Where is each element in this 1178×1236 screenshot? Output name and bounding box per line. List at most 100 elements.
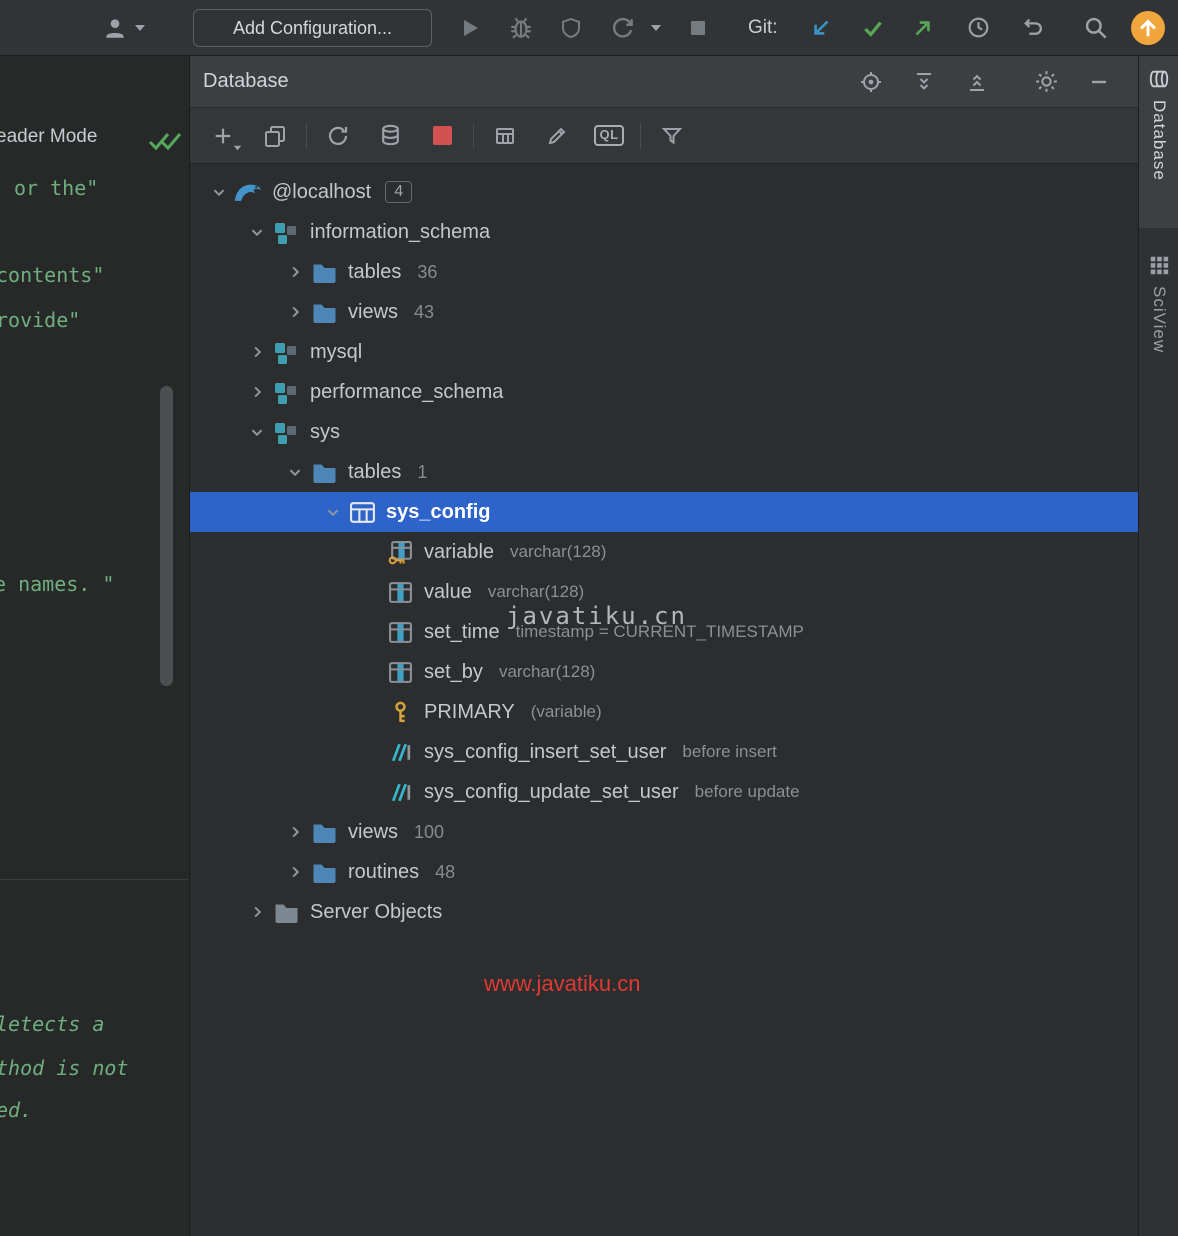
tree-item-label: value (424, 580, 472, 603)
folder-server-icon (272, 892, 300, 932)
chevron-right-icon[interactable] (242, 332, 272, 372)
run-button[interactable] (458, 16, 482, 40)
tree-row-performance_schema[interactable]: performance_schema (190, 372, 1138, 412)
editor-text-fragment: eader Mode (0, 126, 98, 147)
new-item-caret-icon (233, 145, 242, 151)
column-icon (386, 612, 414, 652)
chevron-right-icon[interactable] (242, 892, 272, 932)
editor-text-fragment: contents" (0, 263, 105, 287)
coverage-button[interactable] (559, 15, 583, 41)
duplicate-button[interactable] (260, 121, 290, 151)
editor-panel: eader Mode or the" contents" rovide" e names… (0, 56, 189, 1236)
tree-row-variable[interactable]: variable varchar(128) (190, 532, 1138, 572)
editor-scrollbar[interactable] (160, 386, 173, 686)
tree-row-PRIMARY[interactable]: PRIMARY (variable) (190, 692, 1138, 732)
toolbar-separator (473, 122, 474, 149)
sciview-tab-icon (1148, 254, 1170, 276)
type-hint: varchar(128) (487, 582, 585, 601)
tree-item-label: sys_config_insert_set_user (424, 740, 667, 763)
folder-icon (310, 252, 338, 292)
user-profile-button[interactable] (102, 0, 146, 56)
update-available-button[interactable] (1131, 11, 1165, 45)
rollback-button[interactable] (1020, 15, 1045, 40)
mysql-icon (234, 172, 262, 212)
collapse-all-icon[interactable] (964, 69, 990, 95)
watermark-overlay: javatiku.cn (506, 602, 687, 630)
git-commit-button[interactable] (860, 15, 886, 41)
folder-icon (310, 292, 338, 332)
key-icon (386, 692, 414, 732)
schema-icon (272, 372, 300, 412)
filter-button[interactable] (657, 121, 687, 151)
connection-count-badge: 4 (385, 181, 413, 203)
debug-button[interactable] (508, 15, 534, 41)
tab-database-label: Database (1150, 100, 1169, 181)
chevron-down-icon[interactable] (204, 172, 234, 212)
database-tab-icon (1148, 68, 1170, 90)
panel-title: Database (203, 70, 289, 92)
new-item-button[interactable] (208, 121, 242, 151)
tab-database[interactable]: Database (1139, 56, 1178, 228)
git-push-button[interactable] (910, 15, 936, 41)
tree-row-tables[interactable]: tables 36 (190, 252, 1138, 292)
tree-item-label: PRIMARY (424, 700, 515, 723)
chevron-right-icon[interactable] (280, 852, 310, 892)
tree-row-information_schema[interactable]: information_schema (190, 212, 1138, 252)
folder-icon (310, 812, 338, 852)
edit-source-button[interactable] (542, 121, 572, 151)
tree-row-Server Objects[interactable]: Server Objects (190, 892, 1138, 932)
tree-row-sys_config[interactable]: sys_config (190, 492, 1138, 532)
tree-row-tables[interactable]: tables 1 (190, 452, 1138, 492)
submit-database-button[interactable] (375, 121, 405, 151)
refresh-button[interactable] (323, 121, 353, 151)
folder-icon (310, 452, 338, 492)
editor-text-fragment: e names. " (0, 572, 115, 596)
query-console-button[interactable]: QL (594, 121, 624, 151)
tree-row-sys[interactable]: sys (190, 412, 1138, 452)
database-toolbar: QL (190, 108, 1138, 164)
tree-row-views[interactable]: views 100 (190, 812, 1138, 852)
stop-query-button[interactable] (427, 121, 457, 151)
chevron-right-icon[interactable] (280, 812, 310, 852)
tab-sciview[interactable]: SciView (1139, 242, 1178, 374)
locate-object-icon[interactable] (858, 69, 884, 95)
table-view-button[interactable] (490, 121, 520, 151)
column-key-icon (386, 532, 414, 572)
tree-row-@localhost[interactable]: @localhost 4 (190, 172, 1138, 212)
trigger-icon (386, 732, 414, 772)
settings-gear-icon[interactable] (1033, 69, 1059, 95)
tree-row-mysql[interactable]: mysql (190, 332, 1138, 372)
chevron-right-icon[interactable] (242, 372, 272, 412)
run-options-caret-icon[interactable] (650, 24, 662, 32)
tree-item-label: sys_config_update_set_user (424, 780, 679, 803)
chevron-down-icon[interactable] (242, 412, 272, 452)
double-check-icon (148, 130, 182, 152)
expand-all-icon[interactable] (911, 69, 937, 95)
toolbar-separator (640, 122, 641, 149)
tree-row-views[interactable]: views 43 (190, 292, 1138, 332)
main-toolbar: Add Configuration... Git: (0, 0, 1178, 56)
tree-item-label: Server Objects (310, 900, 443, 923)
tree-row-routines[interactable]: routines 48 (190, 852, 1138, 892)
chevron-down-icon[interactable] (242, 212, 272, 252)
hide-panel-icon[interactable] (1086, 69, 1112, 95)
stop-button[interactable] (688, 18, 708, 38)
profiler-button[interactable] (610, 15, 636, 41)
git-update-button[interactable] (808, 15, 834, 41)
tree-row-set_by[interactable]: set_by varchar(128) (190, 652, 1138, 692)
tree-row-sys_config_insert_set_user[interactable]: sys_config_insert_set_user before insert (190, 732, 1138, 772)
chevron-down-icon[interactable] (280, 452, 310, 492)
chevron-right-icon[interactable] (280, 292, 310, 332)
chevron-down-icon[interactable] (318, 492, 348, 532)
history-button[interactable] (966, 15, 991, 40)
tree-row-sys_config_update_set_user[interactable]: sys_config_update_set_user before update (190, 772, 1138, 812)
chevron-right-icon[interactable] (280, 252, 310, 292)
git-label: Git: (748, 17, 778, 38)
database-tool-window: Database QL @localhost 4 information_sch… (189, 56, 1138, 1236)
search-everywhere-button[interactable] (1082, 14, 1109, 41)
column-icon (386, 652, 414, 692)
tree-item-label: mysql (310, 340, 363, 363)
add-configuration-button[interactable]: Add Configuration... (193, 9, 432, 47)
